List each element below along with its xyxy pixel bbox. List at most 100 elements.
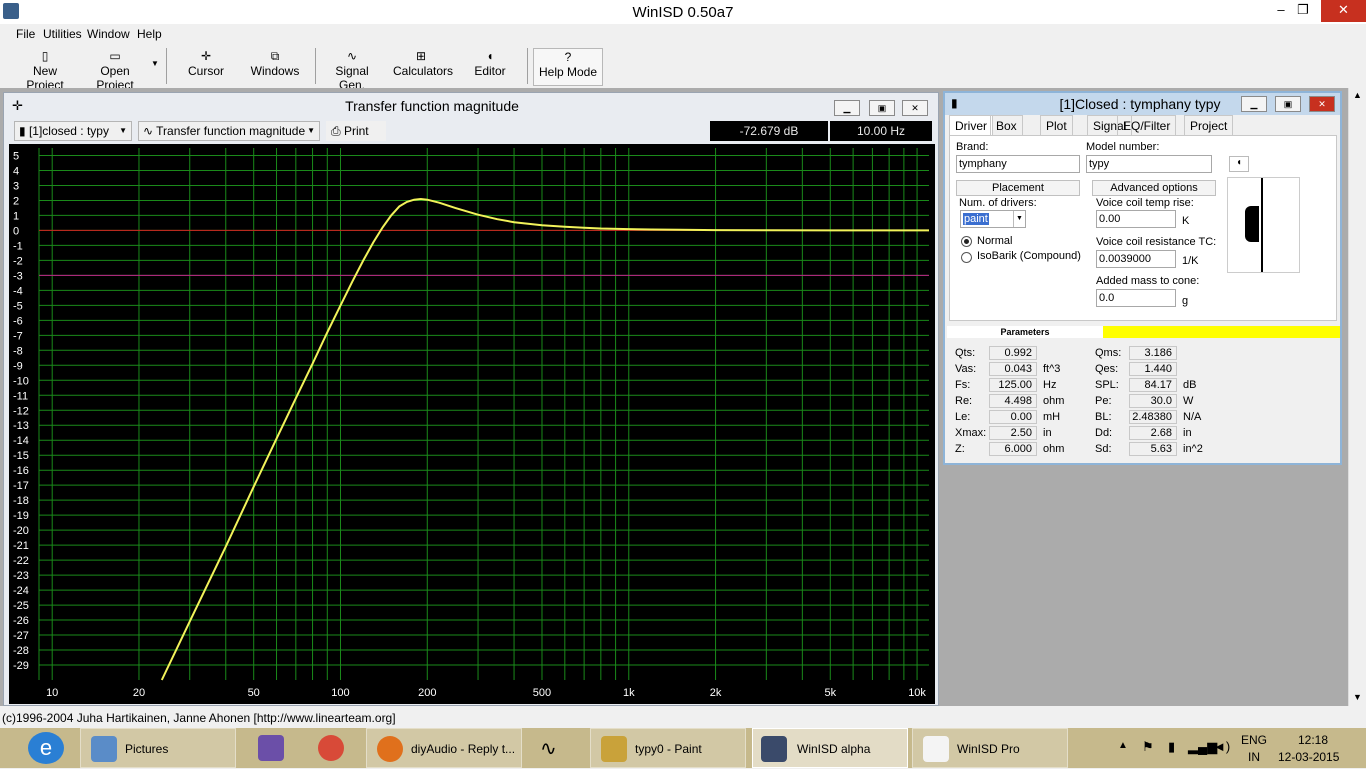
param-value: 2.48380 [1129,410,1177,424]
vc-res-label: Voice coil resistance TC: [1096,236,1217,248]
param-unit: Hz [1043,379,1057,391]
chart-minimize-button[interactable]: ▁ [834,100,860,116]
cursor-button[interactable]: ✛ Cursor [182,48,230,86]
x-tick-label: 10 [46,687,58,699]
menu-file[interactable]: File [16,27,35,41]
radio-isobarik[interactable] [961,252,972,263]
toolbar-separator [166,48,167,84]
y-tick-label: -17 [13,480,29,492]
paint-icon [601,736,627,762]
app-icon[interactable]: ∿ [540,736,557,761]
task-winisd-alpha[interactable]: WinISD alpha [752,728,908,768]
app-icon[interactable]: ▮ [951,96,958,110]
y-tick-label: -3 [13,270,23,282]
print-button[interactable]: ⎙ Print [326,121,386,141]
scroll-down-icon[interactable]: ▼ [1353,692,1362,702]
menu-help[interactable]: Help [137,27,162,41]
language-indicator[interactable]: ENG [1241,733,1267,747]
battery-icon[interactable]: ▮ [1168,739,1175,755]
vertical-scrollbar[interactable]: ▲ ▼ [1348,88,1366,706]
region-indicator[interactable]: IN [1248,750,1260,764]
vc-temp-field[interactable]: 0.00 [1096,210,1176,228]
help-file-icon [923,736,949,762]
visual-studio-icon[interactable] [258,735,284,761]
radio-normal[interactable] [961,236,972,247]
printer-icon: ⎙ [331,124,344,138]
param-value: 30.0 [1129,394,1177,408]
driver-preview [1227,177,1300,273]
y-tick-label: -19 [13,510,29,522]
editor-button[interactable]: ◖ Editor [468,48,512,86]
y-tick-label: -15 [13,450,29,462]
signal-gen-button[interactable]: ∿ Signal Gen. [323,48,381,92]
tab-driver[interactable]: Driver [949,115,993,136]
driver-restore-button[interactable]: ▣ [1275,96,1301,112]
num-drivers-select[interactable]: paint ▼ [960,210,1026,228]
tab-project[interactable]: Project [1184,115,1234,136]
vc-res-field[interactable]: 0.0039000 [1096,250,1176,268]
chart-close-button[interactable]: ✕ [902,100,928,116]
open-dropdown-icon[interactable]: ▼ [151,59,159,68]
y-tick-label: -13 [13,420,29,432]
toolbar-separator [527,48,528,84]
tab-plot[interactable]: Plot [1040,115,1073,136]
tray-expand-icon[interactable]: ▲ [1118,740,1128,751]
ie-icon[interactable]: e [28,732,64,764]
param-unit: in^2 [1183,443,1203,455]
placement-header: Placement [956,180,1080,196]
y-tick-label: -26 [13,615,29,627]
param-label: Le: [955,411,971,423]
transfer-function-chart[interactable]: 543210-1-2-3-4-5-6-7-8-9-10-11-12-13-14-… [9,144,935,704]
driver-close-button[interactable]: ✕ [1309,96,1335,112]
folder-icon: ▭ [109,49,121,63]
maximize-button[interactable]: ❐ [1286,0,1320,22]
tab-eq-filter[interactable]: EQ/Filter [1117,115,1177,136]
x-tick-label: 100 [331,687,349,699]
param-label: Xmax: [955,427,987,439]
y-tick-label: -9 [13,360,23,372]
y-tick-label: -10 [13,375,29,387]
mass-field[interactable]: 0.0 [1096,289,1176,307]
graph-type-select[interactable]: ∿ Transfer function magnitude ▼ [138,121,320,141]
param-unit: N/A [1183,411,1202,423]
close-button[interactable]: ✕ [1321,0,1366,22]
title-bar: WinISD 0.50a7 – ❐ ✕ [0,0,1366,24]
param-value: 125.00 [989,378,1037,392]
tab-box[interactable]: Box [990,115,1023,136]
calculators-button[interactable]: ⊞ Calculators [393,48,453,86]
new-project-button[interactable]: ▯ New Project [14,48,76,92]
chart-restore-button[interactable]: ▣ [869,100,895,116]
windows-button[interactable]: ⧉ Windows [248,48,302,86]
project-select[interactable]: ▮ [1]closed : typy ▼ [14,121,132,141]
y-tick-label: -25 [13,600,29,612]
new-file-icon: ▯ [41,49,49,63]
speaker-icon[interactable]: ◖ [1229,156,1249,172]
help-mode-button[interactable]: ? Help Mode [533,48,603,86]
menu-window[interactable]: Window [87,27,130,41]
y-tick-label: -1 [13,240,23,252]
scroll-up-icon[interactable]: ▲ [1353,90,1362,100]
transfer-function-window: ✛ Transfer function magnitude ▁ ▣ ✕ ▮ [1… [3,92,939,706]
chrome-icon[interactable] [318,735,344,761]
clock-time[interactable]: 12:18 [1298,733,1328,747]
open-project-button[interactable]: ▭ Open Project [82,48,148,92]
cursor-hz-readout: 10.00 Hz [830,121,932,141]
param-unit: W [1183,395,1194,407]
question-icon: ? [564,50,572,64]
task-paint[interactable]: typy0 - Paint [590,728,746,768]
driver-minimize-button[interactable]: ▁ [1241,96,1267,112]
volume-icon[interactable]: ◄) [1213,739,1230,754]
plot-area[interactable]: 5 4 3 2 1 0 -1 -2 -3 -4 -5 -6 -7 -8 -9 -10 -11 -12 -13 -14-… [9,144,935,704]
brand-field[interactable]: tymphany [956,155,1080,173]
param-unit: ohm [1043,395,1065,407]
model-field[interactable]: typy [1086,155,1212,173]
task-pictures[interactable]: Pictures [80,728,236,768]
menu-utilities[interactable]: Utilities [43,27,82,41]
task-diyaudio[interactable]: diyAudio - Reply t... [366,728,522,768]
flag-icon[interactable]: ⚑ [1142,739,1154,755]
param-label: Qts: [955,347,976,359]
y-tick-label: -12 [13,405,29,417]
param-unit: mH [1043,411,1061,423]
task-winisd-pro[interactable]: WinISD Pro [912,728,1068,768]
clock-date[interactable]: 12-03-2015 [1278,750,1339,764]
